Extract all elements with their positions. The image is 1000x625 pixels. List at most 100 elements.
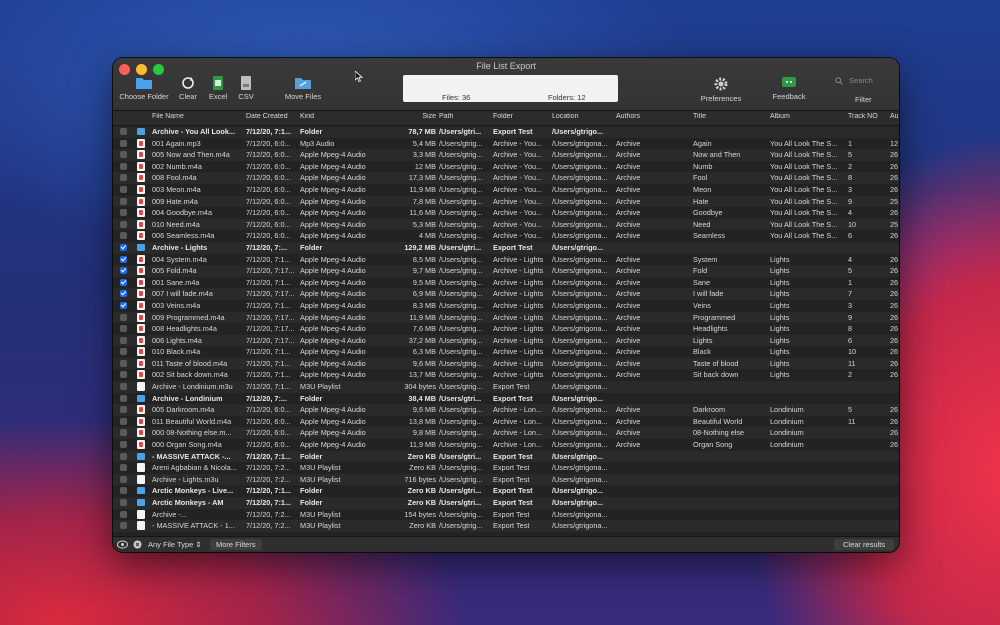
table-row[interactable]: 009 Hate.m4a 7/12/20, 6:0... Apple Mpeg-4 … bbox=[113, 195, 899, 208]
eye-icon[interactable] bbox=[117, 540, 128, 549]
cell-kind: M3U Playlist bbox=[300, 463, 341, 473]
row-checkbox[interactable] bbox=[120, 359, 127, 367]
file-type-select[interactable]: Any File Type ⇕ bbox=[148, 539, 202, 550]
table-row[interactable]: 011 Beautiful World.m4a 7/12/20, 6:0... Ap… bbox=[113, 415, 899, 428]
excel-button[interactable]: Excel bbox=[205, 76, 231, 101]
row-checkbox[interactable] bbox=[120, 278, 127, 286]
table-row[interactable]: 008 Fool.m4a 7/12/20, 6:0... Apple Mpeg-4 … bbox=[113, 172, 899, 184]
clear-results-button[interactable]: Clear results bbox=[834, 539, 895, 550]
row-checkbox[interactable] bbox=[120, 348, 127, 356]
table-row[interactable]: 006 Seamless.m4a 7/12/20, 6:0... Apple Mpe… bbox=[113, 230, 899, 242]
column-header-authors[interactable]: Authors bbox=[616, 113, 690, 120]
cell-size: 11,9 MB bbox=[409, 184, 436, 194]
column-header-location[interactable]: Location bbox=[552, 113, 612, 120]
row-checkbox[interactable] bbox=[120, 232, 127, 240]
table-row[interactable]: Arctic Monkeys - Live... 7/12/20, 7:1... F… bbox=[113, 485, 899, 497]
table-row[interactable]: 009 Programmed.m4a 7/12/20, 7:17... Apple … bbox=[113, 311, 899, 324]
table-row[interactable]: 007 I will fade.m4a 7/12/20, 7:17... Apple… bbox=[113, 288, 899, 300]
table-row[interactable]: Archive - Lights.m3u 7/12/20, 7:2... M3U P… bbox=[113, 473, 899, 486]
column-header-path[interactable]: Path bbox=[439, 113, 489, 120]
table-row[interactable]: 005 Fold.m4a 7/12/20, 7:17... Apple Mpeg-4… bbox=[113, 265, 899, 277]
row-checkbox[interactable] bbox=[120, 394, 127, 402]
row-checkbox[interactable] bbox=[120, 290, 127, 298]
row-checkbox[interactable] bbox=[120, 487, 127, 495]
row-checkbox[interactable] bbox=[120, 267, 127, 275]
column-header-track[interactable]: Track NO bbox=[848, 113, 888, 120]
table-row[interactable]: Archive - You All Look... 7/12/20, 7:1...… bbox=[113, 126, 899, 138]
table-row[interactable]: 010 Black.m4a 7/12/20, 7:1... Apple Mpeg-4… bbox=[113, 346, 899, 358]
row-checkbox[interactable] bbox=[120, 209, 127, 217]
cell-path: /Users/gtrig... bbox=[439, 219, 483, 229]
table-row[interactable]: 010 Need.m4a 7/12/20, 6:0... Apple Mpeg-4 … bbox=[113, 218, 899, 231]
row-checkbox[interactable] bbox=[120, 406, 127, 414]
table-row[interactable]: 000 08-Nothing else.m... 7/12/20, 6:0... A… bbox=[113, 427, 899, 440]
table-row[interactable]: 004 System.m4a 7/12/20, 7:1... Apple Mpeg-… bbox=[113, 253, 899, 266]
clear-button[interactable]: Clear bbox=[175, 76, 201, 101]
column-header-album[interactable]: Album bbox=[770, 113, 844, 120]
table-row[interactable]: 003 Meon.m4a 7/12/20, 6:0... Apple Mpeg-4 … bbox=[113, 183, 899, 196]
row-checkbox[interactable] bbox=[120, 429, 127, 437]
toolbar: File List Export Choose Folder Clear Exc… bbox=[113, 58, 899, 111]
table-row[interactable]: Archive - Londinium.m3u 7/12/20, 7:1... M3… bbox=[113, 381, 899, 393]
column-header-au[interactable]: Au bbox=[890, 113, 899, 120]
table-row[interactable]: 000 Organ Song.m4a 7/12/20, 6:0... Apple M… bbox=[113, 439, 899, 451]
table-row[interactable]: 002 Numb.m4a 7/12/20, 6:0... Apple Mpeg-4 … bbox=[113, 160, 899, 173]
row-checkbox[interactable] bbox=[120, 139, 127, 147]
row-checkbox[interactable] bbox=[120, 151, 127, 159]
row-checkbox[interactable] bbox=[120, 174, 127, 182]
row-checkbox[interactable] bbox=[120, 313, 127, 321]
row-checkbox[interactable] bbox=[120, 417, 127, 425]
row-checkbox[interactable] bbox=[120, 185, 127, 193]
table-row[interactable]: 002 Sit back down.m4a 7/12/20, 7:1... Appl… bbox=[113, 369, 899, 382]
table-row[interactable]: 011 Taste of blood.m4a 7/12/20, 7:1... App… bbox=[113, 357, 899, 370]
table-row[interactable]: Arctic Monkeys - AM 7/12/20, 7:1... Folder… bbox=[113, 497, 899, 509]
row-checkbox[interactable] bbox=[120, 522, 127, 530]
column-header-date[interactable]: Date Created bbox=[246, 113, 298, 120]
cell-au: 26 bbox=[890, 184, 899, 194]
row-checkbox[interactable] bbox=[120, 197, 127, 205]
table-row[interactable]: Areni Agbabian & Nicola... 7/12/20, 7:2..… bbox=[113, 462, 899, 474]
row-checkbox[interactable] bbox=[120, 325, 127, 333]
column-header-name[interactable]: File Name bbox=[152, 113, 244, 120]
row-checkbox[interactable] bbox=[120, 510, 127, 518]
clear-filter-icon[interactable] bbox=[133, 540, 142, 549]
more-filters-button[interactable]: More Filters bbox=[210, 539, 262, 550]
table-row[interactable]: 005 Now and Then.m4a 7/12/20, 6:0... Apple… bbox=[113, 149, 899, 161]
row-checkbox[interactable] bbox=[120, 128, 127, 135]
row-checkbox[interactable] bbox=[120, 301, 127, 309]
row-checkbox[interactable] bbox=[120, 499, 127, 506]
row-checkbox[interactable] bbox=[120, 464, 127, 472]
column-header-kind[interactable]: Kind bbox=[300, 113, 378, 120]
row-checkbox[interactable] bbox=[120, 452, 127, 460]
table-row[interactable]: 001 Sane.m4a 7/12/20, 7:1... Apple Mpeg-4 … bbox=[113, 276, 899, 289]
table-row[interactable]: 003 Veins.m4a 7/12/20, 7:1... Apple Mpeg-4… bbox=[113, 299, 899, 312]
column-header-title[interactable]: Title bbox=[693, 113, 767, 120]
row-checkbox[interactable] bbox=[120, 255, 127, 263]
column-header-folder[interactable]: Folder bbox=[493, 113, 550, 120]
table-row[interactable]: 008 Headlights.m4a 7/12/20, 7:17... Apple … bbox=[113, 323, 899, 335]
row-checkbox[interactable] bbox=[120, 441, 127, 449]
row-checkbox[interactable] bbox=[120, 475, 127, 483]
table-row[interactable]: 004 Goodbye.m4a 7/12/20, 6:0... Apple Mpeg… bbox=[113, 207, 899, 219]
row-checkbox[interactable] bbox=[120, 220, 127, 228]
row-checkbox[interactable] bbox=[120, 336, 127, 344]
table-row[interactable]: Archive -... 7/12/20, 7:2... M3U Playlist 1… bbox=[113, 508, 899, 521]
feedback-button[interactable]: Feedback bbox=[769, 76, 809, 101]
csv-button[interactable]: CSV bbox=[234, 76, 258, 101]
table-row[interactable]: Archive - Lights 7/12/20, 7:... Folder 129,… bbox=[113, 241, 899, 254]
search-field[interactable]: Search Filter bbox=[835, 76, 895, 104]
table-row[interactable]: - MASSIVE ATTACK - 1... 7/12/20, 7:2... M3… bbox=[113, 520, 899, 532]
table-row[interactable]: 001 Again.mp3 7/12/20, 6:0... Mp3 Audio 5,4… bbox=[113, 137, 899, 150]
row-checkbox[interactable] bbox=[120, 371, 127, 379]
choose-folder-button[interactable]: Choose Folder bbox=[119, 76, 169, 101]
move-files-button[interactable]: Move Files bbox=[281, 76, 325, 101]
row-checkbox[interactable] bbox=[120, 383, 127, 391]
row-checkbox[interactable] bbox=[120, 243, 127, 251]
table-row[interactable]: 006 Lights.m4a 7/12/20, 7:17... Apple Mpeg… bbox=[113, 334, 899, 347]
table-row[interactable]: 005 Darkroom.m4a 7/12/20, 6:0... Apple Mpe… bbox=[113, 404, 899, 416]
column-header-size[interactable]: Size bbox=[380, 113, 436, 120]
table-row[interactable]: - MASSIVE ATTACK -... 7/12/20, 7:1... Fold… bbox=[113, 450, 899, 463]
preferences-button[interactable]: Preferences bbox=[698, 76, 744, 103]
row-checkbox[interactable] bbox=[120, 162, 127, 170]
table-row[interactable]: Archive - Londinium 7/12/20, 7:... Folder 3… bbox=[113, 392, 899, 405]
